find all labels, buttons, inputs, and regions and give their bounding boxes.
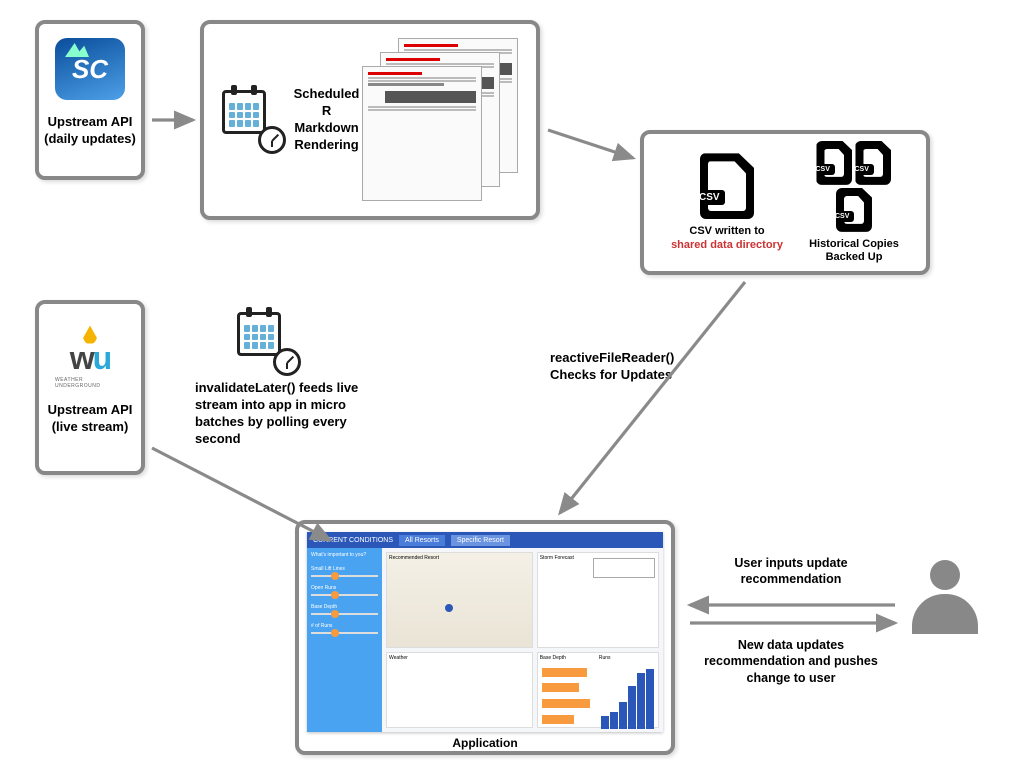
node-csv-storage: CSV written to shared data directory His… bbox=[640, 130, 930, 275]
weather-underground-logo: wu WEATHER UNDERGROUND bbox=[55, 322, 125, 392]
application-label: Application bbox=[307, 732, 663, 750]
label-user-output: New data updates recommendation and push… bbox=[696, 637, 886, 686]
app-panel-weather: Weather bbox=[386, 652, 533, 728]
api-live-label: Upstream API (live stream) bbox=[48, 402, 133, 436]
label-reactive-file-reader: reactiveFileReader() Checks for Updates bbox=[550, 350, 730, 384]
label-user-input: User inputs update recommendation bbox=[706, 555, 876, 588]
csv-backup-caption: Historical Copies Backed Up bbox=[809, 238, 899, 264]
rendered-doc-thumbnails bbox=[369, 38, 518, 203]
app-screenshot: CURRENT CONDITIONS All Resorts Specific … bbox=[307, 532, 663, 732]
node-upstream-api-daily: SC Upstream API (daily updates) bbox=[35, 20, 145, 180]
node-scheduled-markdown: Scheduled R Markdown Rendering bbox=[200, 20, 540, 220]
app-tab-all: All Resorts bbox=[399, 535, 445, 546]
csv-file-icon bbox=[700, 153, 754, 219]
app-tab-specific: Specific Resort bbox=[451, 535, 510, 546]
markdown-label: Scheduled R Markdown Rendering bbox=[292, 86, 361, 154]
app-title: CURRENT CONDITIONS bbox=[313, 537, 393, 544]
app-panel-base: Base Depth Runs bbox=[537, 652, 659, 728]
csv-backup-stack bbox=[814, 141, 894, 232]
user-icon bbox=[910, 560, 980, 640]
node-upstream-api-live: wu WEATHER UNDERGROUND Upstream API (liv… bbox=[35, 300, 145, 475]
app-panel-forecast: Storm Forecast bbox=[537, 552, 659, 648]
api-daily-label: Upstream API (daily updates) bbox=[44, 114, 136, 148]
app-panel-map: Recommended Resort bbox=[386, 552, 533, 648]
snocountry-logo: SC bbox=[55, 38, 125, 100]
label-invalidate-later: invalidateLater() feeds live stream into… bbox=[195, 380, 385, 448]
app-sidebar: What's important to you? Small Lift Line… bbox=[307, 548, 382, 732]
calendar-clock-icon bbox=[222, 90, 282, 150]
csv-written-caption: CSV written to shared data directory bbox=[671, 225, 783, 251]
node-application: CURRENT CONDITIONS All Resorts Specific … bbox=[295, 520, 675, 755]
calendar-clock-icon-2 bbox=[237, 312, 297, 372]
